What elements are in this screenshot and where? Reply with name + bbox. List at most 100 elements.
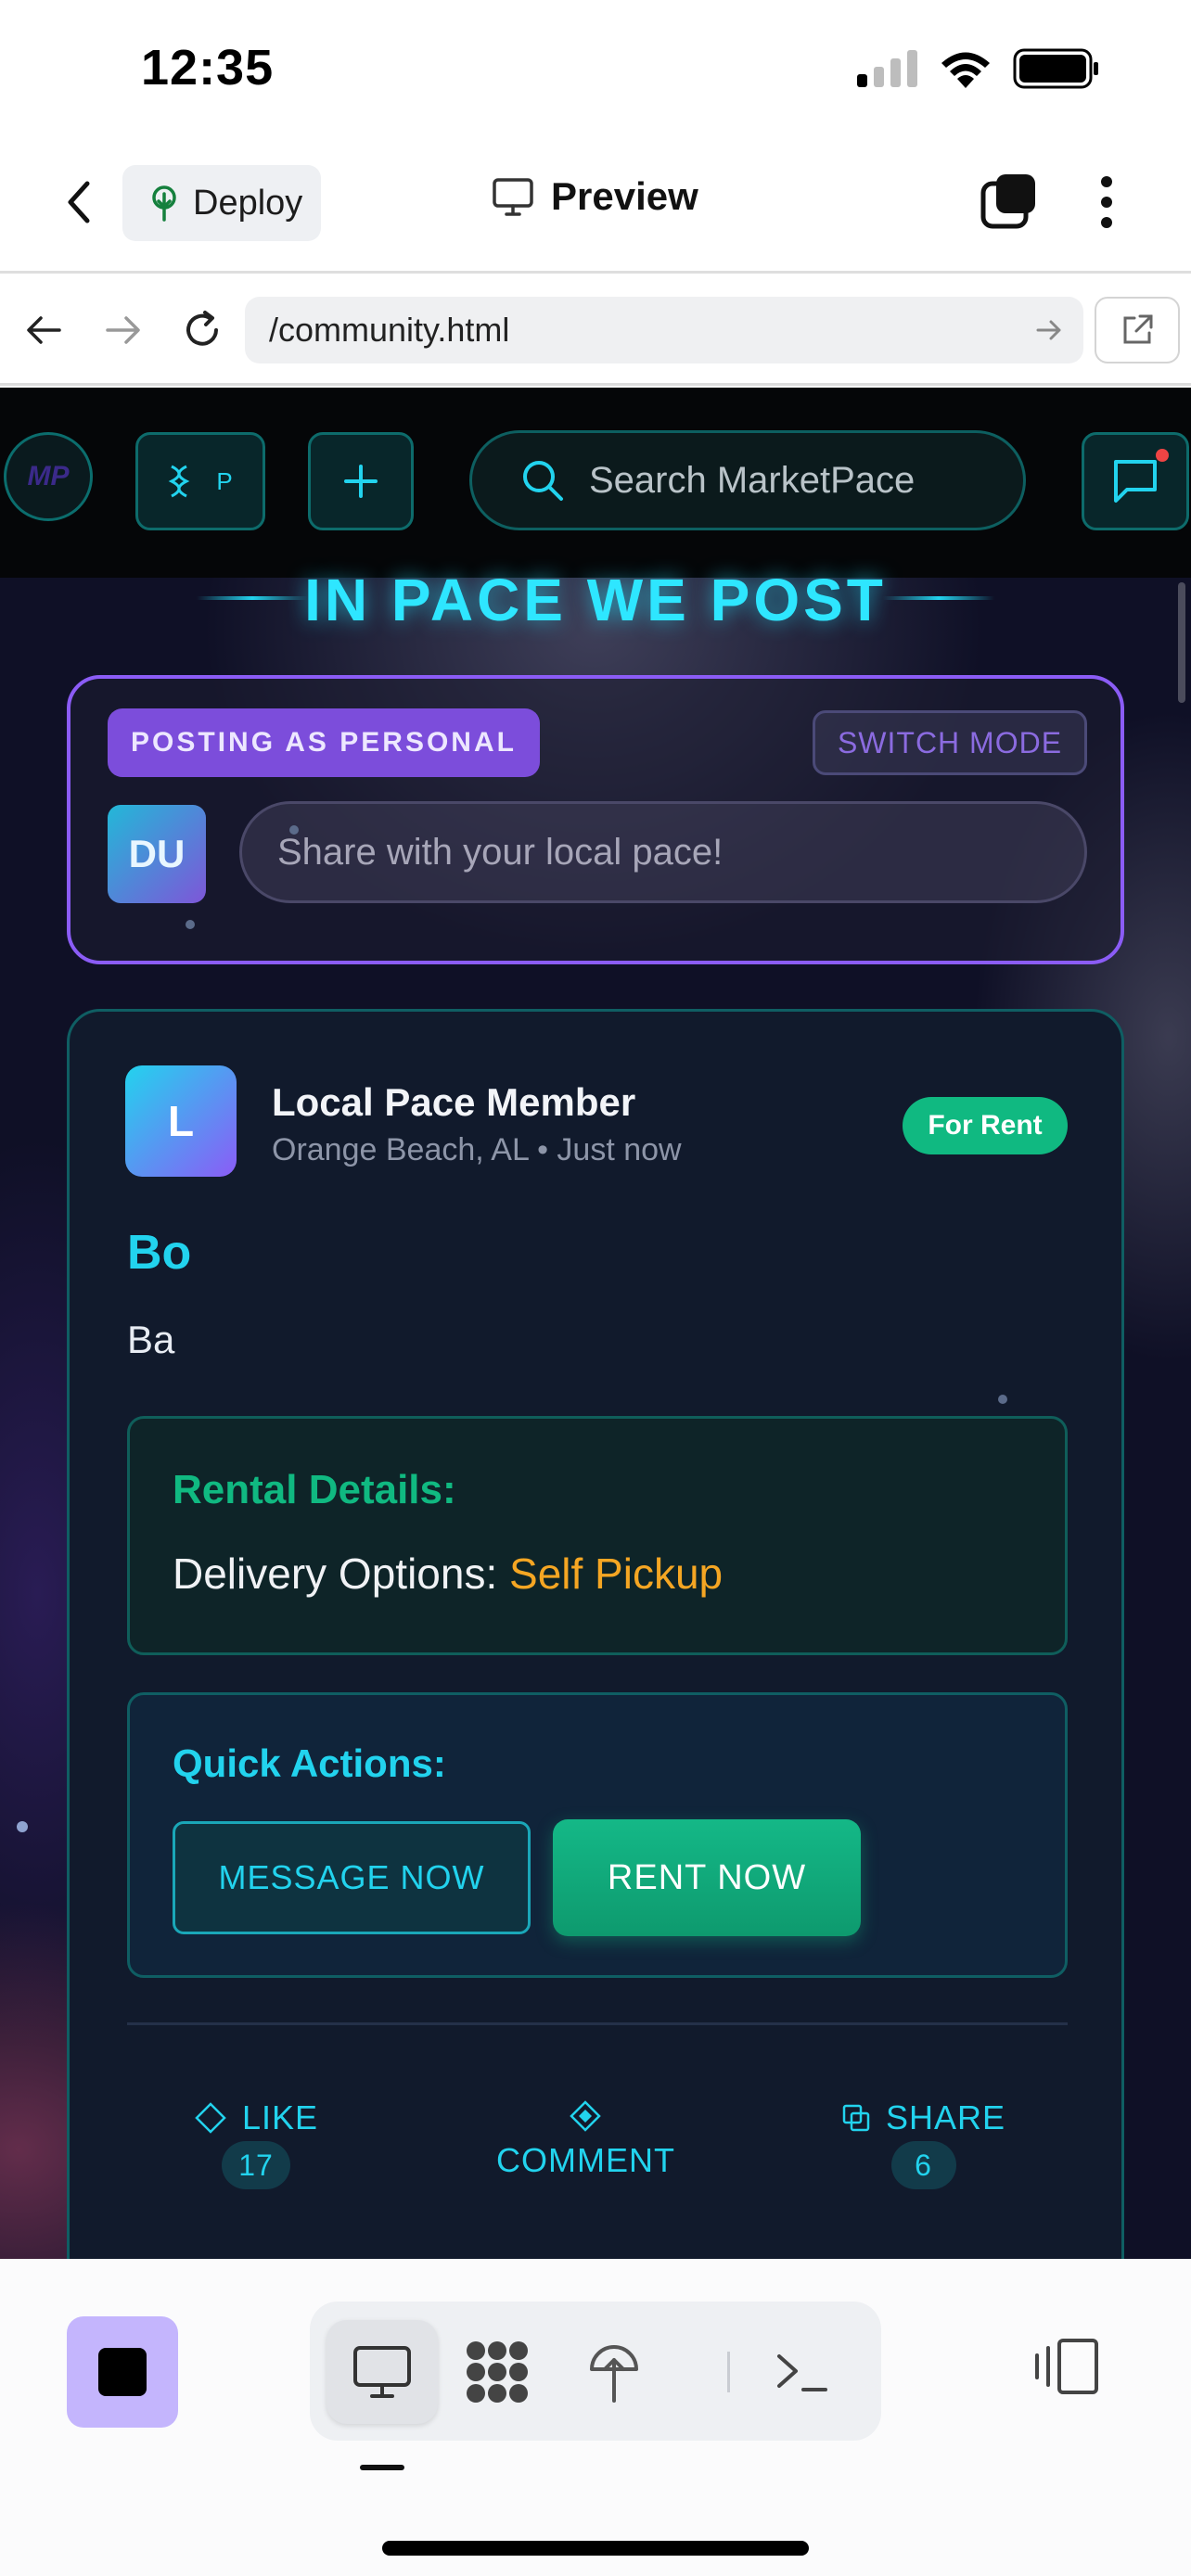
diamond-filled-icon [570, 2100, 602, 2132]
search-placeholder: Search MarketPace [589, 459, 916, 501]
agent-tool-button[interactable] [442, 2320, 553, 2424]
particle-dot [17, 1821, 28, 1832]
external-link-icon [1123, 314, 1153, 344]
messages-button[interactable] [1082, 432, 1189, 530]
meta-separator: • [537, 1132, 557, 1167]
tabs-button[interactable] [980, 172, 1039, 232]
browser-back-button[interactable] [19, 304, 70, 356]
share-button[interactable]: SHARE 6 [841, 2098, 1005, 2189]
site-search-input[interactable]: Search MarketPace [469, 430, 1026, 530]
diamond-outline-icon [195, 2102, 226, 2134]
switch-mode-button[interactable]: SWITCH MODE [813, 710, 1087, 775]
search-icon [523, 461, 563, 501]
preview-tab[interactable]: Preview [492, 174, 698, 219]
stop-square-icon [98, 2348, 147, 2396]
bottom-toolbar [0, 2259, 1191, 2576]
monitor-icon [493, 178, 533, 216]
url-text: /community.html [269, 311, 510, 349]
posting-as-badge: POSTING AS PERSONAL [108, 708, 540, 777]
active-tool-indicator [360, 2465, 404, 2470]
terminal-icon [777, 2354, 827, 2391]
particle-dot [998, 1395, 1007, 1404]
agent-grid-icon [467, 2341, 528, 2403]
cellular-signal-icon [857, 50, 917, 87]
post-time: Just now [557, 1132, 682, 1167]
compose-input[interactable]: Share with your local pace! [239, 801, 1087, 903]
share-label: SHARE [886, 2098, 1006, 2136]
comment-label: COMMENT [496, 2141, 675, 2179]
post-location: Orange Beach, AL [272, 1132, 529, 1167]
message-now-button[interactable]: MESSAGE NOW [173, 1821, 531, 1934]
listing-type-badge: For Rent [903, 1097, 1068, 1154]
go-arrow-icon[interactable] [1035, 316, 1063, 344]
browser-forward-button[interactable] [96, 304, 148, 356]
delivery-options: Delivery Options: Self Pickup [173, 1549, 723, 1599]
reload-button[interactable] [176, 304, 228, 356]
preview-label: Preview [551, 174, 698, 218]
battery-icon [1013, 48, 1098, 89]
plus-icon [344, 465, 378, 498]
post-body: Ba [127, 1318, 175, 1361]
user-avatar: DU [108, 805, 206, 903]
particle-dot [289, 825, 299, 835]
back-button[interactable] [56, 174, 102, 230]
author-name[interactable]: Local Pace Member [272, 1080, 635, 1125]
delivery-label: Delivery Options: [173, 1549, 498, 1598]
like-count: 17 [222, 2141, 290, 2189]
delivery-value: Self Pickup [509, 1549, 724, 1598]
copy-share-icon [842, 2104, 870, 2132]
more-options-button[interactable] [1093, 172, 1121, 232]
preview-tool-button[interactable] [327, 2320, 438, 2424]
monitor-icon [353, 2346, 411, 2398]
arrow-right-icon [106, 316, 140, 344]
post-card: L Local Pace Member Orange Beach, AL • J… [67, 1009, 1124, 2259]
comment-button[interactable]: COMMENT [496, 2100, 675, 2180]
layout-toggle-button[interactable] [1031, 2337, 1100, 2401]
wifi-icon [941, 52, 990, 88]
app-top-bar: Deploy Preview [0, 139, 1191, 274]
quick-actions-heading: Quick Actions: [173, 1741, 446, 1785]
site-nav-bar: MP P Search MarketPace [0, 388, 1191, 578]
status-bar: 12:35 [0, 0, 1191, 139]
hero-line-right [883, 596, 994, 600]
rental-details-box: Rental Details: Delivery Options: Self P… [127, 1416, 1068, 1655]
profile-letter: P [216, 466, 233, 495]
particle-dot [186, 920, 195, 929]
like-label: LIKE [242, 2098, 319, 2136]
post-title: Bo [127, 1226, 192, 1280]
more-dot-icon [1101, 176, 1112, 187]
rental-details-heading: Rental Details: [173, 1467, 456, 1512]
deploy-tree-icon [152, 185, 176, 222]
status-icons [857, 48, 1100, 89]
reaction-divider [127, 2022, 1068, 2025]
web-preview: MP P Search MarketPace IN PACE WE POST P… [0, 388, 1191, 2259]
panel-layout-icon [1035, 2339, 1098, 2394]
dna-icon [168, 465, 190, 498]
tabs-icon [980, 174, 1035, 229]
open-external-button[interactable] [1095, 297, 1180, 363]
logo-text: MP [27, 461, 70, 491]
more-dot-icon [1101, 217, 1112, 228]
notification-dot [1156, 449, 1169, 462]
chat-bubble-icon [1114, 460, 1157, 503]
page-scrollbar[interactable] [1178, 582, 1185, 703]
tool-switcher [310, 2302, 881, 2441]
browser-url-bar: /community.html [0, 276, 1191, 386]
compose-card: POSTING AS PERSONAL SWITCH MODE DU Share… [67, 675, 1124, 964]
shell-tool-button[interactable] [746, 2320, 857, 2424]
deploy-tool-button[interactable] [558, 2320, 670, 2424]
chevron-left-icon [68, 181, 90, 223]
stop-button[interactable] [67, 2316, 178, 2428]
hero-title: IN PACE WE POST [304, 567, 887, 633]
rent-now-button[interactable]: RENT NOW [553, 1819, 861, 1936]
status-time: 12:35 [141, 40, 275, 96]
deploy-icon [590, 2345, 638, 2403]
deploy-button[interactable]: Deploy [122, 165, 321, 241]
create-post-button[interactable] [308, 432, 414, 530]
compose-placeholder: Share with your local pace! [277, 831, 724, 873]
url-field[interactable]: /community.html [245, 297, 1083, 363]
like-button[interactable]: LIKE 17 [194, 2098, 318, 2189]
site-logo[interactable]: MP [4, 432, 93, 521]
author-avatar[interactable]: L [125, 1065, 237, 1177]
profile-switch-button[interactable]: P [135, 432, 265, 530]
